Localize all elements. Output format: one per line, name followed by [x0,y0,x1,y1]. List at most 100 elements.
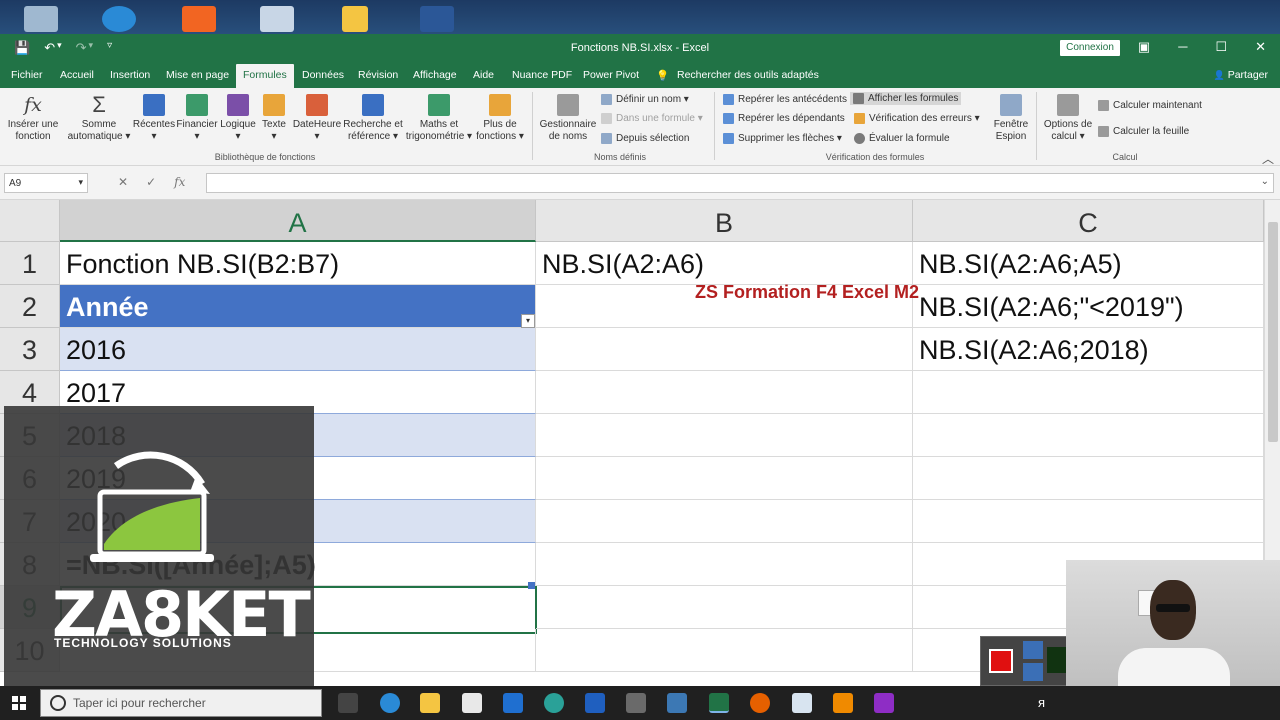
minimize-icon[interactable]: ─ [1178,39,1187,55]
camera-icon[interactable] [1023,641,1043,659]
tell-me-search[interactable]: Rechercher des outils adaptés [677,69,819,81]
calculate-sheet-button[interactable]: Calculer la feuille [1098,126,1189,137]
cell-a3[interactable]: 2016 [60,328,536,371]
tab-insertion[interactable]: Insertion [110,69,150,81]
file-explorer-icon[interactable] [420,693,440,713]
tab-aide[interactable]: Aide [473,69,494,81]
cell-c2[interactable]: NB.SI(A2:A6;"<2019") [913,285,1264,328]
column-header-b[interactable]: B [536,200,913,242]
financial-button[interactable]: Financier ▾ [175,94,219,143]
share-button[interactable]: 👤 Partager [1214,69,1268,81]
expand-formula-icon[interactable]: ⌄ [1261,176,1269,187]
calculator-app-icon[interactable] [626,693,646,713]
cell-c7[interactable] [913,500,1264,543]
cell-b7[interactable] [536,500,913,543]
calculation-options-button[interactable]: Options de calcul ▾ [1040,94,1096,143]
scroll-thumb[interactable] [1268,222,1278,442]
error-checking-button[interactable]: Vérification des erreurs ▾ [854,113,980,124]
arrow-app-icon[interactable] [874,693,894,713]
name-box[interactable]: A9 ▾ [4,173,88,193]
edge-legacy-icon[interactable] [102,6,136,32]
cell-b1[interactable]: NB.SI(A2:A6) [536,242,913,285]
stop-recording-button[interactable] [989,649,1013,673]
taskbar-search-box[interactable]: Taper ici pour rechercher [40,689,322,717]
image-app-icon[interactable] [260,6,294,32]
ribbon-display-icon[interactable]: ▣ [1138,39,1150,55]
column-header-c[interactable]: C [913,200,1264,242]
cell-b3[interactable] [536,328,913,371]
datetime-button[interactable]: DateHeure ▾ [290,94,344,143]
cell-b6[interactable] [536,457,913,500]
collapse-ribbon-icon[interactable]: ︿ [1262,150,1274,167]
cell-c3[interactable]: NB.SI(A2:A6;2018) [913,328,1264,371]
cell-c6[interactable] [913,457,1264,500]
close-icon[interactable]: ✕ [1255,39,1266,55]
cell-a1[interactable]: Fonction NB.SI(B2:B7) [60,242,536,285]
trace-dependents-button[interactable]: Repérer les dépendants [723,113,845,124]
cancel-icon[interactable]: ✕ [118,175,128,189]
cell-c1[interactable]: NB.SI(A2:A6;A5) [913,242,1264,285]
edge-icon[interactable] [380,693,400,713]
trace-precedents-button[interactable]: Repérer les antécédents [723,94,847,105]
cell-b4[interactable] [536,371,913,414]
screen-capture-icon[interactable] [667,693,687,713]
office-icon[interactable] [182,6,216,32]
calculate-now-button[interactable]: Calculer maintenant [1098,100,1202,111]
autosum-button[interactable]: Σ Somme automatique ▾ [64,94,134,143]
tab-fichier[interactable]: Fichier [11,69,43,81]
logical-button[interactable]: Logique ▾ [218,94,258,143]
name-manager-button[interactable]: Gestionnaire de noms [536,94,600,143]
enter-icon[interactable]: ✓ [146,175,156,189]
people-icon[interactable]: ᴙ [1038,695,1045,710]
edge-chromium-icon[interactable] [544,693,564,713]
use-in-formula-button[interactable]: Dans une formule ▾ [601,113,703,124]
tab-donnees[interactable]: Données [302,69,344,81]
create-from-selection-button[interactable]: Depuis sélection [601,133,689,144]
document-icon[interactable] [792,693,812,713]
mail-icon[interactable] [503,693,523,713]
watch-window-button[interactable]: Fenêtre Espion [990,94,1032,143]
cell-b10[interactable] [536,629,913,672]
tab-nuance-pdf[interactable]: Nuance PDF [512,69,572,81]
windows-start-icon[interactable] [12,696,26,710]
table-resize-handle[interactable] [528,582,535,589]
word-icon[interactable] [420,6,454,32]
select-all-corner[interactable] [0,200,60,242]
cell-c4[interactable] [913,371,1264,414]
text-button[interactable]: Texte ▾ [258,94,290,143]
restore-icon[interactable]: ☐ [1215,39,1227,55]
bluetooth-icon[interactable] [585,693,605,713]
tab-accueil[interactable]: Accueil [60,69,94,81]
vlc-icon[interactable] [833,693,853,713]
connexion-button[interactable]: Connexion [1060,40,1120,56]
define-name-button[interactable]: Définir un nom ▾ [601,94,689,105]
cell-b5[interactable] [536,414,913,457]
firefox-icon[interactable] [750,693,770,713]
cell-b9[interactable] [536,586,913,629]
cell-a2[interactable]: Année [60,285,536,328]
cell-b8[interactable] [536,543,913,586]
math-trig-button[interactable]: Maths et trigonométrie ▾ [402,94,476,143]
recycle-bin-icon[interactable] [24,6,58,32]
show-formulas-button[interactable]: Afficher les formules [850,92,962,105]
insert-function-icon[interactable]: fx [174,175,185,189]
row-header-3[interactable]: 3 [0,328,60,371]
name-box-dropdown-icon[interactable]: ▾ [78,177,83,188]
task-view-icon[interactable] [338,693,358,713]
cell-c5[interactable] [913,414,1264,457]
tab-power-pivot[interactable]: Power Pivot [583,69,639,81]
tab-revision[interactable]: Révision [358,69,398,81]
lookup-button[interactable]: Recherche et référence ▾ [342,94,404,143]
evaluate-formula-button[interactable]: Évaluer la formule [854,133,950,144]
excel-taskbar-icon[interactable] [709,693,729,713]
tab-formules[interactable]: Formules [236,64,294,88]
formula-input[interactable]: ⌄ [206,173,1274,193]
row-header-1[interactable]: 1 [0,242,60,285]
remove-arrows-button[interactable]: Supprimer les flèches ▾ [723,133,842,144]
filter-dropdown-button[interactable]: ▾ [521,314,535,328]
insert-function-button[interactable]: fx Insérer une fonction [6,94,60,143]
store-icon[interactable] [462,693,482,713]
tab-mise-en-page[interactable]: Mise en page [166,69,229,81]
more-functions-button[interactable]: Plus de fonctions ▾ [474,94,526,143]
tab-affichage[interactable]: Affichage [413,69,457,81]
